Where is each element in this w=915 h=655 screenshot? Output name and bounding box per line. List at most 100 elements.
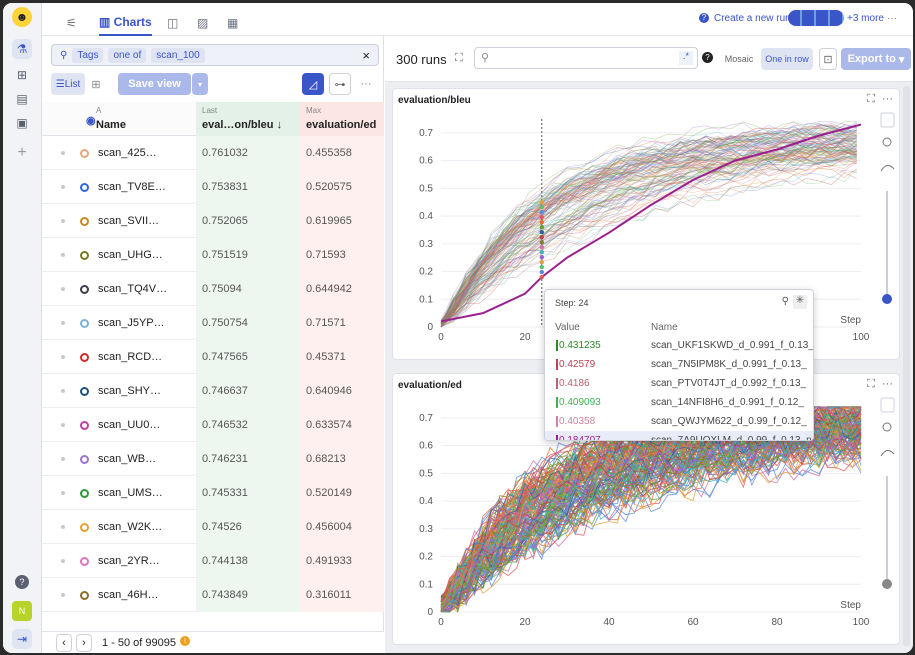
chart-search-input[interactable]: ⚲ .* [474,47,698,69]
visibility-eye-icon[interactable] [80,149,89,158]
run-name[interactable]: scan_TQ4V… [98,272,194,306]
run-name[interactable]: scan_UU0… [98,408,194,442]
filter-tags-chip[interactable]: Tags [72,47,104,63]
fullscreen-icon[interactable]: ⛶ [455,52,463,65]
table-row[interactable]: scan_WB… 0.746231 0.68213 [42,442,384,476]
list-view-button[interactable]: ☰ List [51,73,85,95]
run-name[interactable]: scan_SVII… [98,204,194,238]
more-users[interactable]: +3 more [847,13,884,24]
row-drag-handle[interactable] [61,457,65,461]
run-name[interactable]: scan_SHY… [98,374,194,408]
row-drag-handle[interactable] [61,253,65,257]
run-name[interactable]: scan_WB… [98,442,194,476]
tooltip-row[interactable]: 0.409093 scan_14NFI8H6_d_0.991_f_0.12_ [545,393,813,412]
experiments-icon[interactable]: ⚗ [12,39,32,59]
visibility-eye-icon[interactable] [80,285,89,294]
tab-dashboard[interactable]: ▦ [227,10,238,36]
table-row[interactable]: scan_2YR… 0.744138 0.491933 [42,544,384,578]
run-name[interactable]: scan_UMS… [98,476,194,510]
row-drag-handle[interactable] [61,389,65,393]
panel-more-button[interactable]: ··· [882,93,893,105]
visibility-eye-icon[interactable] [80,251,89,260]
table-row[interactable]: scan_46H… 0.743849 0.316011 [42,578,384,612]
filter-op-chip[interactable]: one of [108,47,147,63]
table-row[interactable]: scan_J5YP… 0.750754 0.71571 [42,306,384,340]
table-more-button[interactable]: ··· [357,73,375,95]
table-row[interactable]: scan_TV8E… 0.753831 0.520575 [42,170,384,204]
row-drag-handle[interactable] [61,559,65,563]
table-row[interactable]: scan_SHY… 0.746637 0.640946 [42,374,384,408]
table-row[interactable]: scan_UU0… 0.746532 0.633574 [42,408,384,442]
filter-bar[interactable]: ⚲ Tags one of scan_100 × [51,44,379,66]
tooltip-row[interactable]: 0.184707 scan_7A9UOXLM_d_0.99_f_0.13_n_ [545,431,813,440]
grid-view-icon[interactable]: ⊞ [89,73,103,95]
tooltip-row[interactable]: 0.431235 scan_UKF1SKWD_d_0.991_f_0.13_ [545,336,813,355]
row-drag-handle[interactable] [61,525,65,529]
row-drag-handle[interactable] [61,593,65,597]
panel-more-button[interactable]: ··· [882,378,893,390]
table-row[interactable]: scan_UMS… 0.745331 0.520149 [42,476,384,510]
visibility-eye-icon[interactable] [80,183,89,192]
tab-runs[interactable]: ⚟ [66,10,77,36]
bleu-column-header[interactable]: Last eval…on/bleu ↓ [196,102,300,136]
run-name[interactable]: scan_46H… [98,578,194,612]
ed-column-header[interactable]: Max evaluation/ed [300,102,384,136]
tab-compare[interactable]: ◫ [167,10,178,36]
workspace-avatar-icon[interactable]: ☻ [12,7,32,27]
collaborator-avatars[interactable] [788,10,844,26]
row-drag-handle[interactable] [61,185,65,189]
pin-icon[interactable]: ✳ [793,295,807,309]
reports-icon[interactable]: ▣ [12,113,32,133]
tab-images[interactable]: ▨ [197,10,208,36]
visibility-eye-icon[interactable] [80,319,89,328]
vertical-scrollbar[interactable] [903,86,910,646]
help-icon[interactable]: ? [702,52,713,63]
table-row[interactable]: scan_SVII… 0.752065 0.619965 [42,204,384,238]
tab-charts[interactable]: ▥ Charts [99,10,152,36]
create-run-link[interactable]: Create a new run [714,13,791,24]
save-view-dropdown[interactable]: ▾ [192,73,208,95]
visibility-eye-icon[interactable] [80,421,89,430]
visibility-eye-icon[interactable] [80,523,89,532]
visibility-eye-icon[interactable] [80,353,89,362]
one-in-row-button[interactable]: One in row [761,48,813,70]
row-drag-handle[interactable] [61,321,65,325]
run-name[interactable]: scan_2YR… [98,544,194,578]
clear-filter-button[interactable]: × [362,48,370,63]
name-column-header[interactable]: A Name [90,102,194,136]
layout-icon[interactable]: ⊡ [819,48,837,70]
row-drag-handle[interactable] [61,219,65,223]
expand-icon[interactable]: ⛶ [867,93,875,106]
table-row[interactable]: scan_RCD… 0.747565 0.45371 [42,340,384,374]
row-drag-handle[interactable] [61,151,65,155]
tooltip-row[interactable]: 0.4186 scan_PTV0T4JT_d_0.992_f_0.13_ [545,374,813,393]
visibility-eye-icon[interactable] [80,387,89,396]
next-page-button[interactable]: › [76,634,92,652]
visibility-eye-icon[interactable] [80,591,89,600]
topbar-more-button[interactable]: ··· [887,13,897,24]
add-icon[interactable]: + [12,143,32,163]
regex-icon[interactable]: .* [679,51,693,65]
run-name[interactable]: scan_UHG… [98,238,194,272]
run-name[interactable]: scan_425… [98,136,194,170]
table-row[interactable]: scan_425… 0.761032 0.455358 [42,136,384,170]
visibility-eye-icon[interactable] [80,489,89,498]
clipboard-icon[interactable]: ▤ [12,89,32,109]
visibility-eye-icon[interactable] [80,557,89,566]
row-drag-handle[interactable] [61,491,65,495]
table-row[interactable]: scan_TQ4V… 0.75094 0.644942 [42,272,384,306]
tooltip-row[interactable]: 0.40358 scan_QWJYM622_d_0.99_f_0.12_ [545,412,813,431]
mosaic-button[interactable]: Mosaic [720,48,758,70]
row-drag-handle[interactable] [61,423,65,427]
run-name[interactable]: scan_TV8E… [98,170,194,204]
table-row[interactable]: scan_UHG… 0.751519 0.71593 [42,238,384,272]
models-icon[interactable]: ⊞ [12,65,32,85]
help-icon[interactable]: ? [15,575,29,589]
tooltip-row[interactable]: 0.42579 scan_7N5IPM8K_d_0.991_f_0.13_ [545,355,813,374]
visibility-eye-icon[interactable] [80,455,89,464]
filter-value-chip[interactable]: scan_100 [151,47,205,63]
save-view-button[interactable]: Save view [118,73,191,95]
row-drag-handle[interactable] [61,287,65,291]
visibility-eye-icon[interactable] [80,217,89,226]
prev-page-button[interactable]: ‹ [56,634,72,652]
